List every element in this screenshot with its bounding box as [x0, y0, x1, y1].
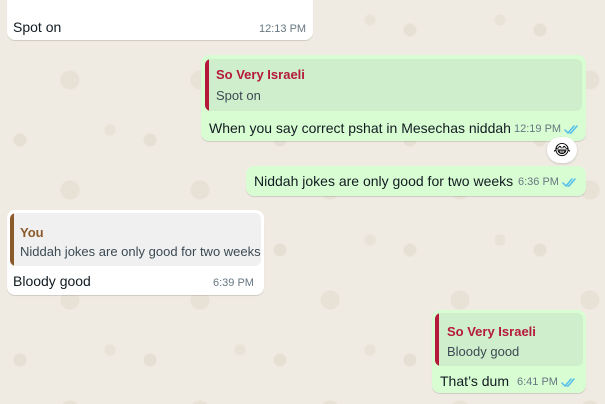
quote-text: Spot on: [216, 88, 261, 103]
quote-text: Bloody good: [447, 344, 520, 359]
message-bubble-incoming[interactable]: ... Spot on 12:13 PM: [7, 0, 313, 40]
quoted-message[interactable]: So Very Israeli Spot on: [205, 59, 582, 111]
quote-author: So Very Israeli: [447, 324, 536, 339]
message-bubble-outgoing[interactable]: So Very Israeli Spot on When you say cor…: [201, 55, 586, 141]
message-text: Bloody good: [13, 273, 91, 289]
double-check-read-icon: [562, 177, 576, 187]
message-time: 12:13 PM: [259, 23, 307, 35]
message-bubble-outgoing[interactable]: Niddah jokes are only good for two weeks…: [246, 166, 586, 196]
quote-author: You: [20, 225, 44, 240]
quote-accent-bar: [205, 59, 209, 111]
message-time: 6:41 PM: [517, 376, 558, 388]
double-check-read-icon: [561, 377, 575, 387]
message-time: 6:39 PM: [213, 277, 254, 289]
message-time: 12:19 PM: [514, 123, 562, 135]
message-meta: 6:41 PM: [517, 376, 577, 388]
message-bubble-outgoing[interactable]: So Very Israeli Bloody good That’s dum 6…: [432, 310, 586, 393]
quoted-message[interactable]: So Very Israeli Bloody good: [435, 313, 583, 366]
reaction-emoji: 😂: [553, 142, 571, 159]
quote-accent-bar: [435, 313, 439, 366]
message-text: That’s dum: [440, 373, 509, 389]
double-check-read-icon: [564, 124, 578, 134]
message-meta: 6:36 PM: [518, 176, 578, 188]
message-time: 6:36 PM: [518, 176, 559, 188]
message-text: When you say correct pshat in Mesechas n…: [209, 120, 511, 136]
quote-text: Niddah jokes are only good for two weeks: [20, 244, 261, 259]
reaction-badge[interactable]: 😂: [547, 137, 577, 163]
message-text: Niddah jokes are only good for two weeks: [254, 173, 514, 189]
message-partial-text: ...: [15, 0, 27, 2]
message-text: Spot on: [13, 19, 62, 35]
message-bubble-incoming[interactable]: You Niddah jokes are only good for two w…: [7, 210, 264, 295]
quote-author: So Very Israeli: [216, 67, 305, 82]
message-meta: 12:19 PM: [514, 123, 580, 135]
quote-accent-bar: [10, 213, 14, 266]
quoted-message[interactable]: You Niddah jokes are only good for two w…: [10, 213, 261, 266]
